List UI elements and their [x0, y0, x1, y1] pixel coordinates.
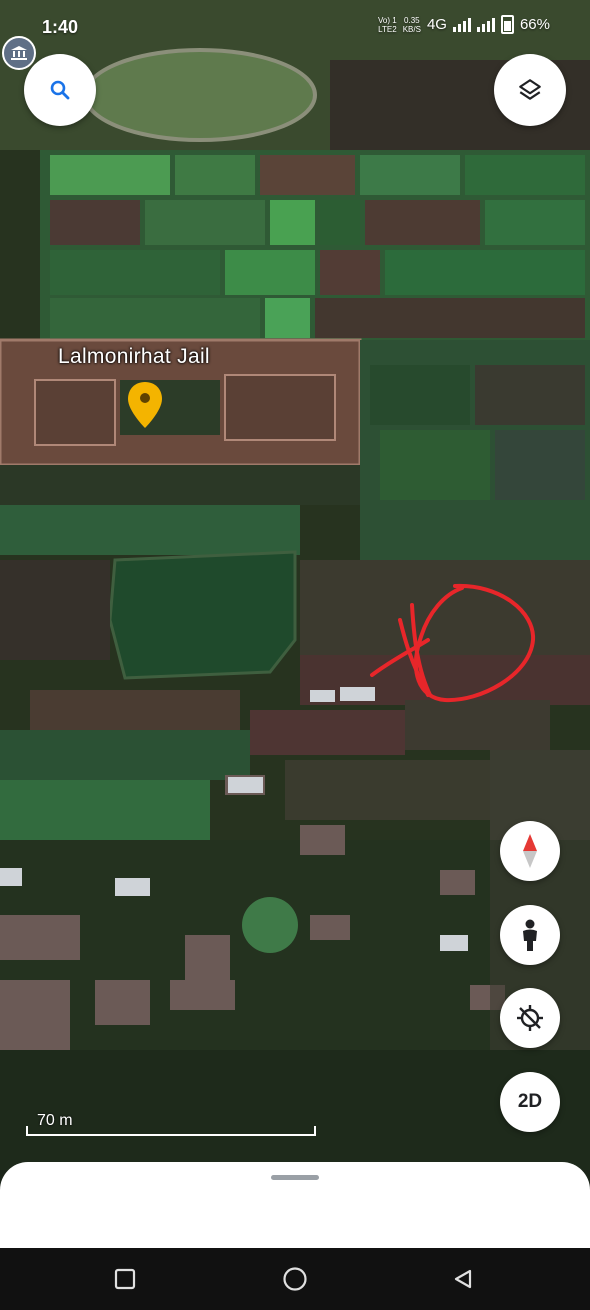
system-nav-bar	[0, 1248, 590, 1310]
signal-icon	[452, 17, 471, 32]
search-button[interactable]	[24, 54, 96, 126]
battery-percent: 66%	[519, 16, 550, 33]
volte-indicator: Vo) 1 LTE2	[378, 16, 397, 34]
recents-button[interactable]	[112, 1266, 138, 1292]
scale-bar: 70 m	[26, 1112, 318, 1136]
speed-unit: KB/S	[402, 24, 421, 34]
status-bar: 1:40 Vo) 1 LTE2 0.35 KB/S 4G 66%	[0, 0, 590, 52]
back-button[interactable]	[450, 1266, 476, 1292]
status-icons: Vo) 1 LTE2 0.35 KB/S 4G 66%	[378, 15, 550, 34]
2d-toggle-button[interactable]: 2D	[500, 1072, 560, 1132]
volte-line1: Vo) 1	[378, 15, 397, 25]
battery-icon	[500, 15, 514, 34]
search-icon	[50, 80, 70, 100]
satellite-map[interactable]	[0, 0, 590, 1170]
circle-icon	[283, 1267, 307, 1291]
sheet-drag-handle[interactable]	[271, 1175, 319, 1180]
location-off-icon	[517, 1005, 543, 1031]
place-label[interactable]: Lalmonirhat Jail	[58, 345, 210, 369]
triangle-back-icon	[454, 1269, 472, 1289]
signal-icon-2	[476, 17, 495, 32]
square-icon	[114, 1268, 136, 1290]
compass-icon	[523, 834, 537, 868]
compass-button[interactable]	[500, 821, 560, 881]
volte-line2: LTE2	[378, 24, 397, 34]
network-speed: 0.35 KB/S	[403, 16, 421, 34]
place-pin-icon[interactable]	[128, 382, 162, 428]
status-time: 1:40	[42, 17, 79, 37]
pegman-icon	[523, 919, 537, 951]
home-button[interactable]	[282, 1266, 308, 1292]
layers-icon	[519, 79, 541, 100]
network-type: 4G	[426, 16, 447, 33]
street-view-button[interactable]	[500, 905, 560, 965]
my-location-button[interactable]	[500, 988, 560, 1048]
speed-value: 0.35	[404, 15, 420, 25]
layers-button[interactable]	[494, 54, 566, 126]
bottom-sheet[interactable]	[0, 1162, 590, 1252]
scale-ruler	[26, 1126, 316, 1136]
